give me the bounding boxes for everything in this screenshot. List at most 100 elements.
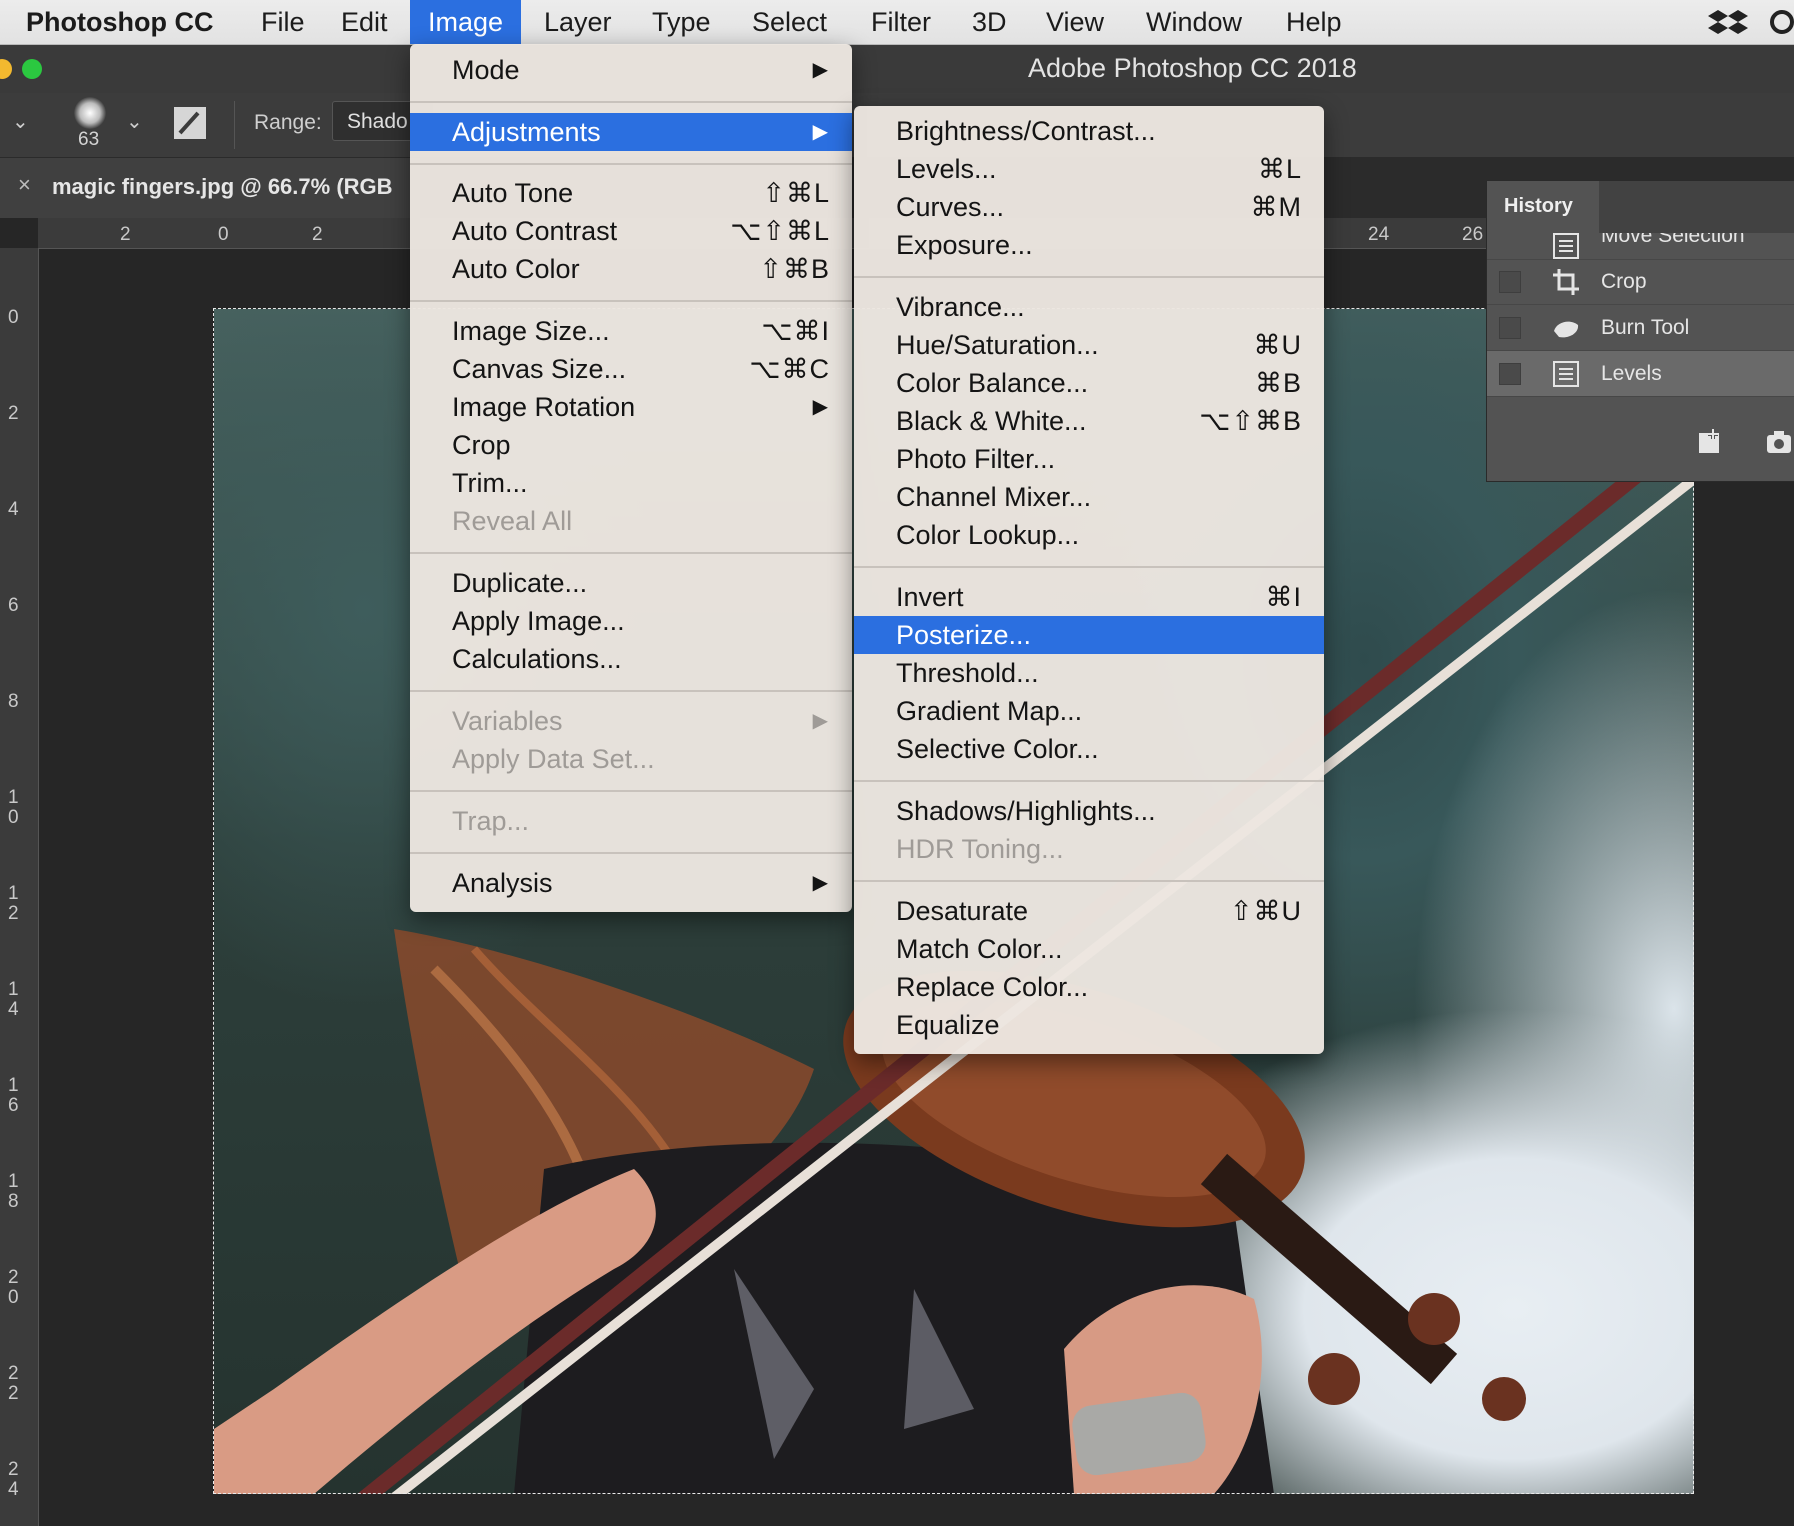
menu-item-vibrance[interactable]: Vibrance...	[854, 288, 1324, 326]
crop-icon	[1553, 269, 1579, 295]
menu-item-label: Vibrance...	[896, 292, 1025, 322]
menu-item-duplicate[interactable]: Duplicate...	[410, 564, 852, 602]
menu-filter[interactable]: Filter	[871, 0, 931, 44]
menu-item-canvas-size[interactable]: Canvas Size... ⌥⌘C	[410, 350, 852, 388]
menu-item-trim[interactable]: Trim...	[410, 464, 852, 502]
menu-item-label: Color Balance...	[896, 368, 1089, 398]
history-tab[interactable]: History	[1487, 181, 1599, 233]
brush-settings-icon[interactable]	[172, 105, 208, 141]
menu-item-label: HDR Toning...	[896, 834, 1064, 864]
submenu-arrow-icon: ▶	[812, 710, 828, 732]
history-snapshot-checkbox[interactable]	[1499, 317, 1521, 339]
image-menu: Mode ▶ Adjustments ▶ Auto Tone ⇧⌘L Auto Con…	[410, 44, 852, 912]
history-item-label: Burn Tool	[1601, 316, 1690, 339]
menu-item-black-white[interactable]: Black & White... ⌥⇧⌘B	[854, 402, 1324, 440]
menu-item-adjustments[interactable]: Adjustments ▶	[410, 113, 852, 151]
history-snapshot-checkbox[interactable]	[1499, 363, 1521, 385]
app-menu[interactable]: Photoshop CC	[26, 0, 213, 44]
menu-item-label: Variables	[452, 706, 563, 736]
menu-item-apply-image[interactable]: Apply Image...	[410, 602, 852, 640]
menu-help[interactable]: Help	[1286, 0, 1342, 44]
creative-cloud-icon[interactable]	[1766, 8, 1794, 36]
history-item-move-selection[interactable]: Move Selection	[1487, 233, 1794, 260]
menu-separator	[854, 276, 1324, 278]
menu-edit[interactable]: Edit	[341, 0, 388, 44]
history-tab-label: History	[1504, 195, 1573, 217]
menu-item-mode[interactable]: Mode ▶	[410, 51, 852, 89]
menu-item-color-balance[interactable]: Color Balance... ⌘B	[854, 364, 1324, 402]
menu-type[interactable]: Type	[652, 0, 711, 44]
menu-item-photo-filter[interactable]: Photo Filter...	[854, 440, 1324, 478]
ruler-label: 12	[8, 883, 19, 924]
menu-item-shadows-highlights[interactable]: Shadows/Highlights...	[854, 792, 1324, 830]
menu-item-match-color[interactable]: Match Color...	[854, 930, 1324, 968]
tool-preset-chevron-icon[interactable]: ⌄	[12, 109, 29, 134]
menu-item-levels[interactable]: Levels... ⌘L	[854, 150, 1324, 188]
ruler-label: 24	[1368, 224, 1390, 245]
history-item-crop[interactable]: Crop	[1487, 259, 1794, 305]
minimize-button[interactable]	[0, 59, 12, 79]
menu-item-image-rotation[interactable]: Image Rotation ▶	[410, 388, 852, 426]
menu-item-exposure[interactable]: Exposure...	[854, 226, 1324, 264]
new-document-from-state-icon[interactable]	[1695, 427, 1725, 457]
brush-preview-icon[interactable]	[74, 97, 106, 129]
menu-item-invert[interactable]: Invert ⌘I	[854, 578, 1324, 616]
menu-item-label: Gradient Map...	[896, 696, 1083, 726]
menu-item-posterize[interactable]: Posterize...	[854, 616, 1324, 654]
brush-picker-chevron-icon[interactable]: ⌄	[126, 109, 143, 134]
menu-item-image-size[interactable]: Image Size... ⌥⌘I	[410, 312, 852, 350]
menu-item-shortcut: ⌘B	[1254, 368, 1302, 398]
menu-item-channel-mixer[interactable]: Channel Mixer...	[854, 478, 1324, 516]
window-title: Adobe Photoshop CC 2018	[1028, 53, 1357, 83]
history-item-burn-tool[interactable]: Burn Tool	[1487, 305, 1794, 351]
submenu-arrow-icon: ▶	[812, 396, 828, 418]
menu-item-analysis[interactable]: Analysis ▶	[410, 864, 852, 902]
menu-item-auto-contrast[interactable]: Auto Contrast ⌥⇧⌘L	[410, 212, 852, 250]
ruler-label: 4	[8, 499, 19, 520]
ruler-label: 24	[8, 1459, 19, 1500]
menu-item-auto-tone[interactable]: Auto Tone ⇧⌘L	[410, 174, 852, 212]
menu-item-brightness-contrast[interactable]: Brightness/Contrast...	[854, 112, 1324, 150]
menu-item-label: Exposure...	[896, 230, 1033, 260]
menu-item-label: Replace Color...	[896, 972, 1089, 1002]
menu-item-crop[interactable]: Crop	[410, 426, 852, 464]
menu-item-label: Match Color...	[896, 934, 1063, 964]
menu-item-hue-saturation[interactable]: Hue/Saturation... ⌘U	[854, 326, 1324, 364]
menu-file[interactable]: File	[261, 0, 305, 44]
history-item-label: Levels	[1601, 362, 1662, 385]
menu-item-calculations[interactable]: Calculations...	[410, 640, 852, 678]
dropbox-icon[interactable]	[1708, 6, 1748, 40]
menu-view[interactable]: View	[1046, 0, 1104, 44]
menu-item-label: Image Size...	[452, 316, 610, 346]
menu-3d[interactable]: 3D	[972, 0, 1007, 44]
menu-item-curves[interactable]: Curves... ⌘M	[854, 188, 1324, 226]
history-panel-header: History	[1487, 181, 1794, 233]
menu-select[interactable]: Select	[752, 0, 827, 44]
menu-item-desaturate[interactable]: Desaturate ⇧⌘U	[854, 892, 1324, 930]
menu-item-threshold[interactable]: Threshold...	[854, 654, 1324, 692]
menu-bar: Photoshop CC File Edit Image Layer Type …	[0, 0, 1794, 45]
document-tab[interactable]: × magic fingers.jpg @ 66.7% (RGB	[0, 158, 420, 218]
menu-item-label: Color Lookup...	[896, 520, 1080, 550]
menu-item-label: Brightness/Contrast...	[896, 116, 1156, 146]
menu-item-label: Shadows/Highlights...	[896, 796, 1156, 826]
menu-separator	[410, 101, 852, 103]
close-tab-icon[interactable]: ×	[18, 172, 31, 198]
menu-item-label: Apply Image...	[452, 606, 625, 636]
menu-item-gradient-map[interactable]: Gradient Map...	[854, 692, 1324, 730]
menu-window[interactable]: Window	[1146, 0, 1242, 44]
menu-item-replace-color[interactable]: Replace Color...	[854, 968, 1324, 1006]
menu-item-auto-color[interactable]: Auto Color ⇧⌘B	[410, 250, 852, 288]
new-snapshot-icon[interactable]	[1765, 429, 1794, 455]
menu-item-label: Reveal All	[452, 506, 573, 536]
menu-item-label: Hue/Saturation...	[896, 330, 1099, 360]
options-divider	[234, 101, 235, 149]
zoom-button[interactable]	[22, 59, 42, 79]
menu-image[interactable]: Image	[410, 0, 522, 44]
menu-item-equalize[interactable]: Equalize	[854, 1006, 1324, 1044]
history-snapshot-checkbox[interactable]	[1499, 271, 1521, 293]
history-item-levels[interactable]: Levels	[1487, 351, 1794, 397]
menu-layer[interactable]: Layer	[544, 0, 612, 44]
menu-item-color-lookup[interactable]: Color Lookup...	[854, 516, 1324, 554]
menu-item-selective-color[interactable]: Selective Color...	[854, 730, 1324, 768]
